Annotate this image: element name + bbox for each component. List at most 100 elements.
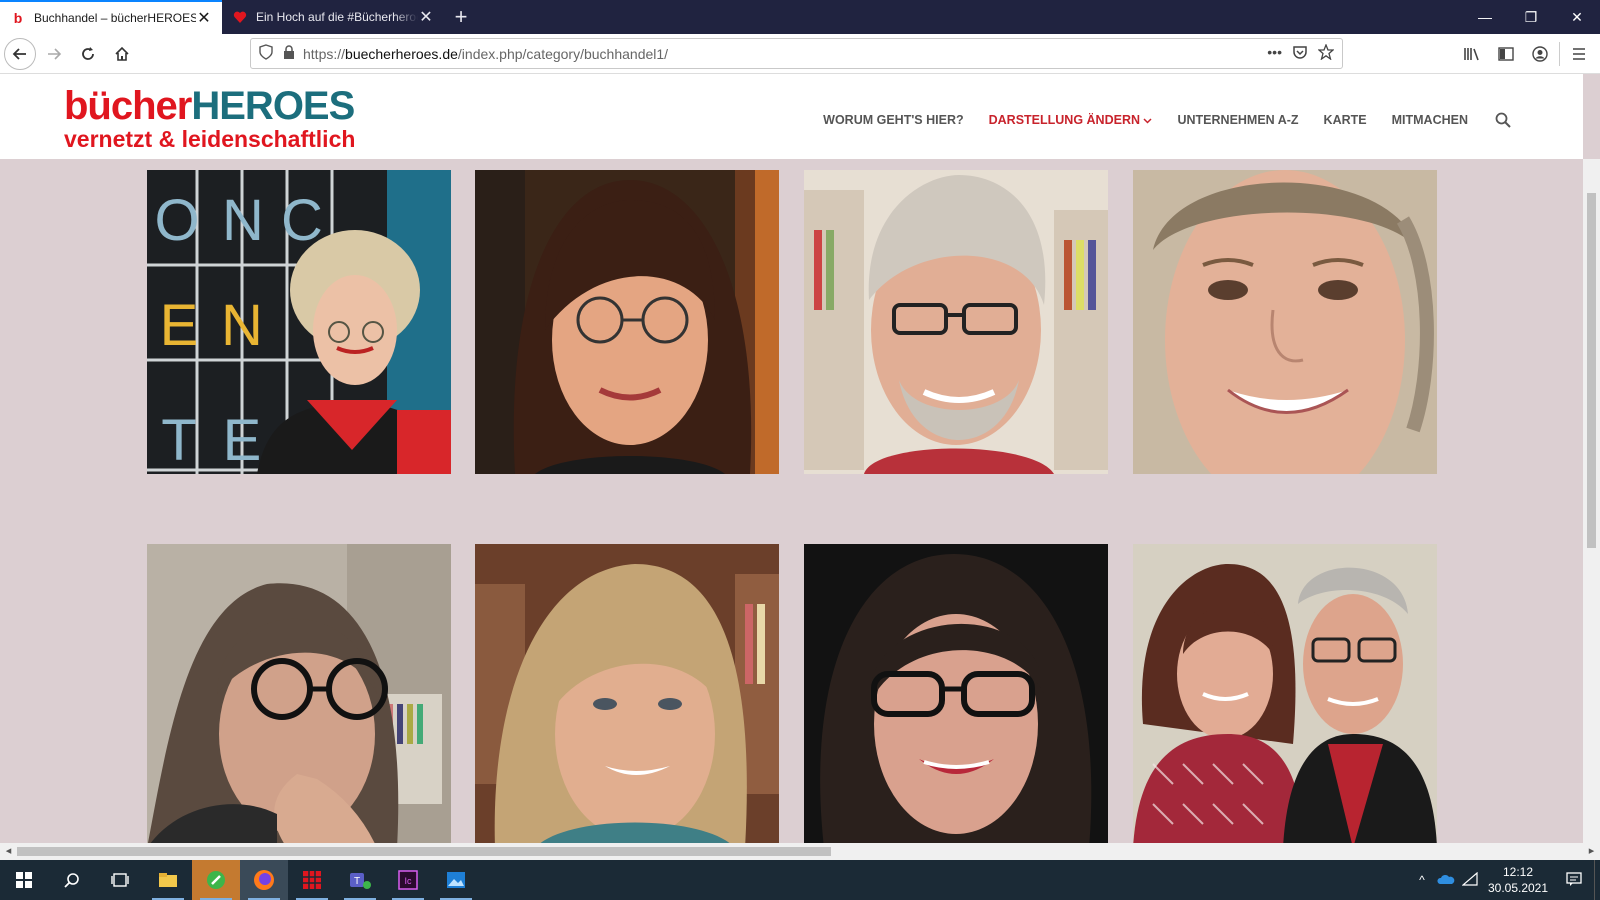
svg-text:Ic: Ic: [404, 876, 412, 886]
portrait-image: [475, 544, 779, 843]
url-protocol: https://: [303, 45, 346, 62]
scroll-right-arrow-icon[interactable]: ▸: [1583, 843, 1600, 860]
portrait-image: [1133, 170, 1437, 474]
nav-item-mitmachen[interactable]: MITMACHEN: [1392, 113, 1468, 127]
main-navigation: WORUM GEHT'S HIER? DARSTELLUNG ÄNDERN UN…: [823, 110, 1513, 130]
decor-letter: E: [160, 293, 199, 358]
portrait-image: [147, 544, 451, 843]
scroll-left-arrow-icon[interactable]: ◂: [0, 843, 17, 860]
bookseller-photo[interactable]: [1133, 544, 1437, 843]
minimize-icon[interactable]: —: [1462, 0, 1508, 34]
window-controls: — ❐ ✕: [1462, 0, 1600, 34]
tab-title: Ein Hoch auf die #Bücherheroe: [256, 10, 418, 24]
home-button[interactable]: [106, 38, 138, 70]
tab-close-icon[interactable]: ✕: [418, 7, 434, 27]
heart-icon: [232, 9, 248, 25]
restore-icon[interactable]: ❐: [1508, 0, 1554, 34]
logo-word-1: bücher: [64, 84, 192, 128]
notifications-icon[interactable]: [1554, 871, 1594, 890]
content-area: O N C E N T E: [0, 159, 1583, 843]
app-green-icon[interactable]: [192, 860, 240, 900]
portrait-image: [1133, 544, 1437, 843]
portrait-image: [804, 170, 1108, 474]
site-favicon-icon: b: [13, 10, 23, 26]
nav-item-label: DARSTELLUNG ÄNDERN: [988, 113, 1140, 127]
vertical-scrollbar[interactable]: [1583, 159, 1600, 843]
nav-item-unternehmen[interactable]: UNTERNEHMEN A-Z: [1177, 113, 1298, 127]
bookseller-photo[interactable]: [475, 170, 779, 474]
toolbar-divider: [1559, 42, 1560, 66]
forward-button[interactable]: [38, 38, 70, 70]
decor-letter: O: [154, 188, 199, 253]
windows-start-icon[interactable]: [0, 860, 48, 900]
portrait-image: [804, 544, 1108, 843]
horizontal-scrollbar[interactable]: ◂ ▸: [0, 843, 1600, 860]
shield-icon[interactable]: [259, 44, 273, 63]
home-icon: [115, 46, 129, 61]
clock[interactable]: 12:12 30.05.2021: [1482, 864, 1554, 896]
tab-close-icon[interactable]: ✕: [196, 8, 212, 28]
bookmark-star-icon[interactable]: [1317, 43, 1335, 63]
sidebar-icon[interactable]: [1491, 39, 1521, 69]
back-arrow-icon: [12, 47, 26, 60]
chevron-up-icon[interactable]: ^: [1410, 873, 1434, 887]
clock-date: 30.05.2021: [1487, 881, 1549, 895]
horizontal-scrollbar-thumb[interactable]: [17, 847, 831, 856]
bookseller-photo[interactable]: [1133, 170, 1437, 474]
browser-tab[interactable]: Ein Hoch auf die #Bücherheroe ✕: [222, 0, 444, 34]
account-icon[interactable]: [1525, 39, 1555, 69]
incopy-icon[interactable]: Ic: [384, 860, 432, 900]
show-desktop-button[interactable]: [1594, 860, 1600, 900]
network-icon[interactable]: [1458, 871, 1482, 889]
bookseller-photo[interactable]: [475, 544, 779, 843]
browser-tab-active[interactable]: b Buchhandel – bücherHEROES ✕: [0, 0, 222, 34]
decor-letter: T: [161, 408, 196, 473]
url-host: buecherheroes.de: [345, 45, 458, 62]
task-view-icon[interactable]: [96, 860, 144, 900]
search-icon[interactable]: [48, 860, 96, 900]
onedrive-icon[interactable]: [1434, 873, 1458, 888]
decor-letter: E: [223, 408, 262, 473]
site-logo[interactable]: bücherHEROES vernetzt & leidenschaftlich: [64, 86, 355, 152]
bookseller-photo[interactable]: O N C E N T E: [147, 170, 451, 474]
app-red-grid-icon[interactable]: [288, 860, 336, 900]
reload-button[interactable]: [72, 38, 104, 70]
browser-toolbar-right: [1457, 34, 1600, 74]
system-tray: ^ 12:12 30.05.2021: [1410, 860, 1600, 900]
svg-text:T: T: [354, 876, 360, 887]
menu-icon[interactable]: [1564, 39, 1594, 69]
logo-tagline: vernetzt & leidenschaftlich: [64, 126, 356, 152]
site-header: bücherHEROES vernetzt & leidenschaftlich…: [0, 74, 1583, 159]
browser-tab-strip: b Buchhandel – bücherHEROES ✕ Ein Hoch a…: [0, 0, 1600, 34]
tab-title: Buchhandel – bücherHEROES: [34, 11, 196, 25]
library-icon[interactable]: [1457, 39, 1487, 69]
page-actions-icon[interactable]: •••: [1267, 44, 1282, 63]
browser-navbar: https://buecherheroes.de/index.php/categ…: [0, 34, 1600, 74]
bookseller-photo[interactable]: [147, 544, 451, 843]
photos-icon[interactable]: [432, 860, 480, 900]
teams-icon[interactable]: T: [336, 860, 384, 900]
vertical-scrollbar-thumb[interactable]: [1587, 193, 1596, 548]
decor-letter: N: [221, 293, 263, 358]
firefox-icon[interactable]: [240, 860, 288, 900]
address-bar[interactable]: https://buecherheroes.de/index.php/categ…: [250, 38, 1343, 69]
url-path: /index.php/category/buchhandel1/: [457, 45, 669, 62]
logo-word-2: HEROES: [191, 84, 355, 128]
bookseller-photo[interactable]: [804, 170, 1108, 474]
back-button[interactable]: [4, 37, 36, 70]
nav-item-worum[interactable]: WORUM GEHT'S HIER?: [823, 113, 963, 127]
new-tab-button[interactable]: +: [444, 0, 478, 34]
file-explorer-icon[interactable]: [144, 860, 192, 900]
clock-time: 12:12: [1502, 865, 1534, 879]
decor-letter: N: [222, 188, 264, 253]
lock-icon[interactable]: [283, 45, 295, 62]
bookseller-photo[interactable]: [804, 544, 1108, 843]
pocket-icon[interactable]: [1292, 44, 1308, 63]
portrait-image: [475, 170, 779, 474]
nav-item-darstellung[interactable]: DARSTELLUNG ÄNDERN: [989, 113, 1153, 127]
reload-icon: [82, 46, 94, 60]
close-window-icon[interactable]: ✕: [1554, 0, 1600, 34]
nav-item-karte[interactable]: KARTE: [1324, 113, 1367, 127]
windows-taskbar: T Ic ^ 12:12 30.05.2021: [0, 860, 1600, 900]
search-icon[interactable]: [1493, 110, 1513, 130]
